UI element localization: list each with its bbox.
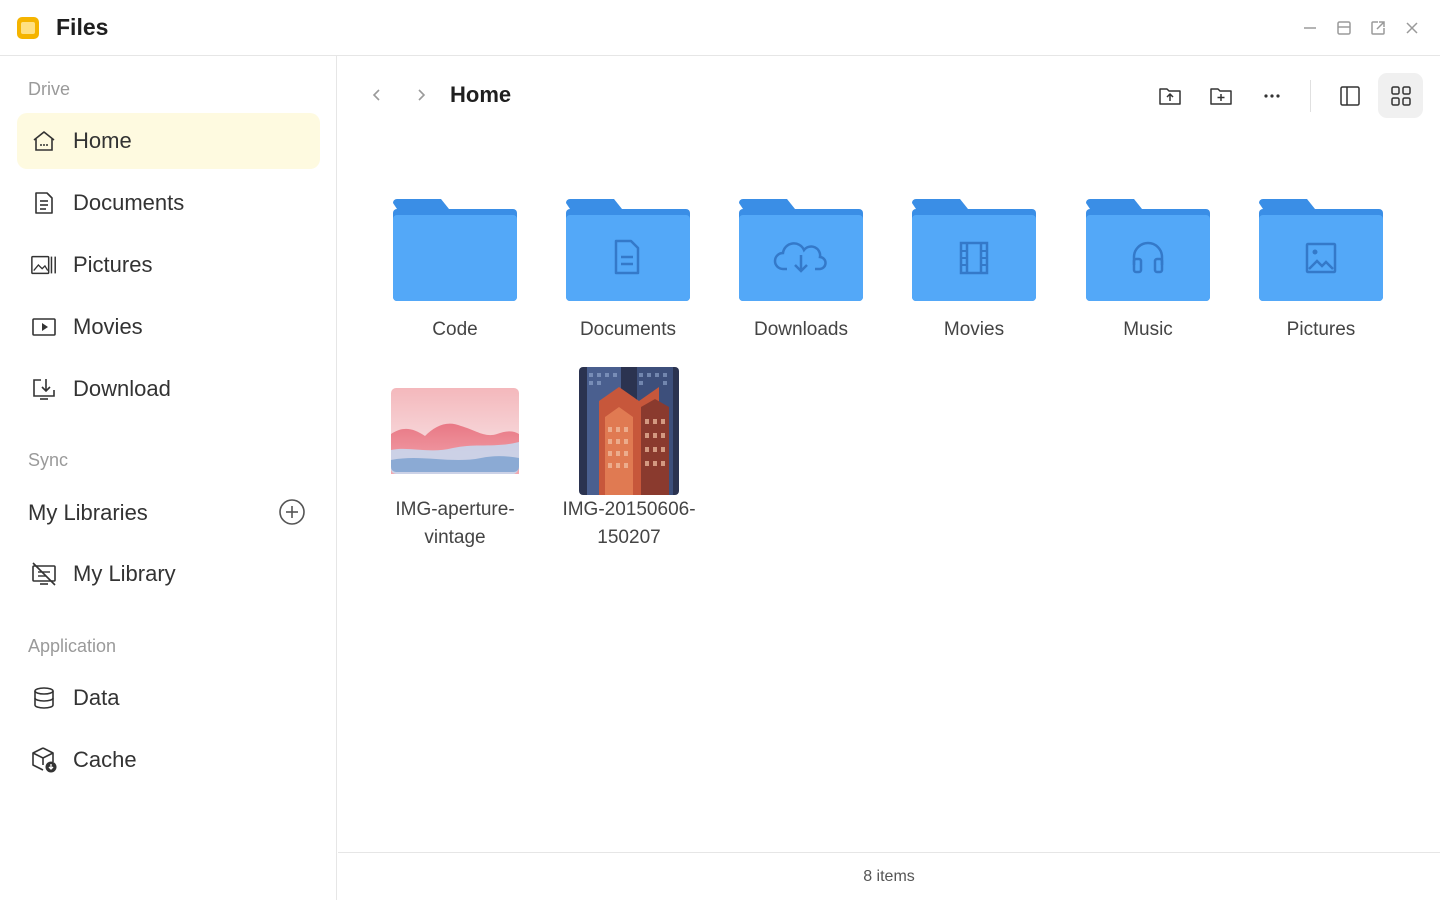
folder-upload-icon [1159, 88, 1181, 105]
section-label-drive: Drive [28, 79, 71, 99]
folder-item-code[interactable]: Code [380, 186, 530, 344]
item-name-line: IMG-aperture- [395, 499, 515, 520]
folder-icon [380, 186, 530, 316]
sidebar-item-label: Cache [73, 747, 137, 772]
back-button[interactable] [362, 80, 392, 110]
grid-view-button[interactable] [1378, 73, 1423, 118]
library-icon [30, 560, 58, 588]
sidebar-item-label: Movies [73, 314, 143, 339]
document-icon [30, 189, 58, 217]
sidebar-item-movies[interactable]: Movies [17, 299, 320, 355]
folder-headphones-icon [1073, 186, 1223, 316]
toolbar: Home [338, 56, 1440, 136]
image-item-aperture-vintage[interactable]: IMG-aperture- vintage [380, 366, 530, 552]
more-horizontal-icon [1264, 94, 1280, 98]
sidebar-item-download[interactable]: Download [17, 361, 320, 417]
sidebar-item-label: Download [73, 376, 171, 401]
forward-button[interactable] [406, 80, 436, 110]
item-name: Code [432, 319, 478, 340]
cache-icon [30, 746, 58, 774]
sidebar-item-label: My Library [73, 561, 176, 586]
minimize-icon[interactable] [1300, 18, 1320, 38]
sidebar-item-home[interactable]: Home [17, 113, 320, 169]
toggle-sidebar-button[interactable] [1335, 81, 1365, 111]
item-name: Downloads [754, 319, 848, 340]
folder-film-icon [899, 186, 1049, 316]
image-thumbnail [380, 366, 530, 496]
item-name: Documents [579, 319, 677, 340]
folder-item-movies[interactable]: Movies [899, 186, 1049, 344]
folder-item-downloads[interactable]: Downloads [726, 186, 876, 344]
item-name: Music [1123, 319, 1173, 340]
app-title: Files [56, 14, 109, 40]
item-name-line: IMG-20150606- [562, 499, 696, 520]
item-name: Movies [943, 319, 1005, 340]
upload-folder-button[interactable] [1155, 81, 1185, 111]
home-icon [30, 127, 58, 155]
chevron-left-icon [372, 89, 380, 101]
sidebar-item-label: Data [73, 685, 120, 710]
section-label-sync: Sync [28, 450, 69, 470]
restore-icon[interactable] [1334, 18, 1354, 38]
item-name: Pictures [1286, 319, 1356, 340]
my-libraries-label: My Libraries [28, 500, 148, 525]
sidebar-item-data[interactable]: Data [17, 670, 320, 726]
sidebar-item-cache[interactable]: Cache [17, 732, 320, 788]
sidebar-item-pictures[interactable]: Pictures [17, 237, 320, 293]
item-name-line: 150207 [597, 527, 661, 548]
folder-cloud-download-icon [726, 186, 876, 316]
breadcrumb: Home [450, 82, 512, 107]
image-thumbnail [554, 366, 704, 496]
download-icon [30, 375, 58, 403]
sidebar-panel-icon [1340, 86, 1360, 106]
sidebar-item-label: Documents [73, 190, 185, 215]
toolbar-divider [1310, 80, 1311, 112]
item-count: 8 items [863, 867, 915, 885]
close-icon[interactable] [1402, 18, 1422, 38]
new-folder-button[interactable] [1206, 81, 1236, 111]
pop-out-icon[interactable] [1368, 18, 1388, 38]
add-library-icon[interactable] [278, 498, 306, 526]
section-label-application: Application [28, 636, 117, 656]
more-button[interactable] [1257, 81, 1287, 111]
sidebar-item-my-library[interactable]: My Library [17, 546, 320, 602]
sidebar-item-documents[interactable]: Documents [17, 175, 320, 231]
item-name-line: vintage [424, 527, 486, 548]
image-item-20150606[interactable]: IMG-20150606- 150207 [554, 366, 704, 552]
sidebar: Drive Home Documents Pictures Movies Dow… [0, 56, 337, 900]
my-libraries-header: My Libraries [28, 498, 308, 528]
status-bar: 8 items [338, 852, 1440, 900]
folder-item-documents[interactable]: Documents [553, 186, 703, 344]
pictures-icon [30, 251, 58, 279]
movie-icon [30, 313, 58, 341]
title-bar: Files [0, 0, 1440, 56]
grid-view-icon [1390, 85, 1411, 106]
files-app-icon [17, 17, 39, 39]
database-icon [30, 684, 58, 712]
chevron-right-icon [418, 89, 426, 101]
folder-add-icon [1210, 88, 1232, 105]
folder-item-pictures[interactable]: Pictures [1246, 186, 1396, 344]
sidebar-item-label: Pictures [73, 252, 153, 277]
main-content: Home Code Documents Downloads Movies Mus… [338, 56, 1440, 900]
sidebar-item-label: Home [73, 128, 132, 153]
folder-item-music[interactable]: Music [1073, 186, 1223, 344]
folder-image-icon [1246, 186, 1396, 316]
folder-document-icon [553, 186, 703, 316]
